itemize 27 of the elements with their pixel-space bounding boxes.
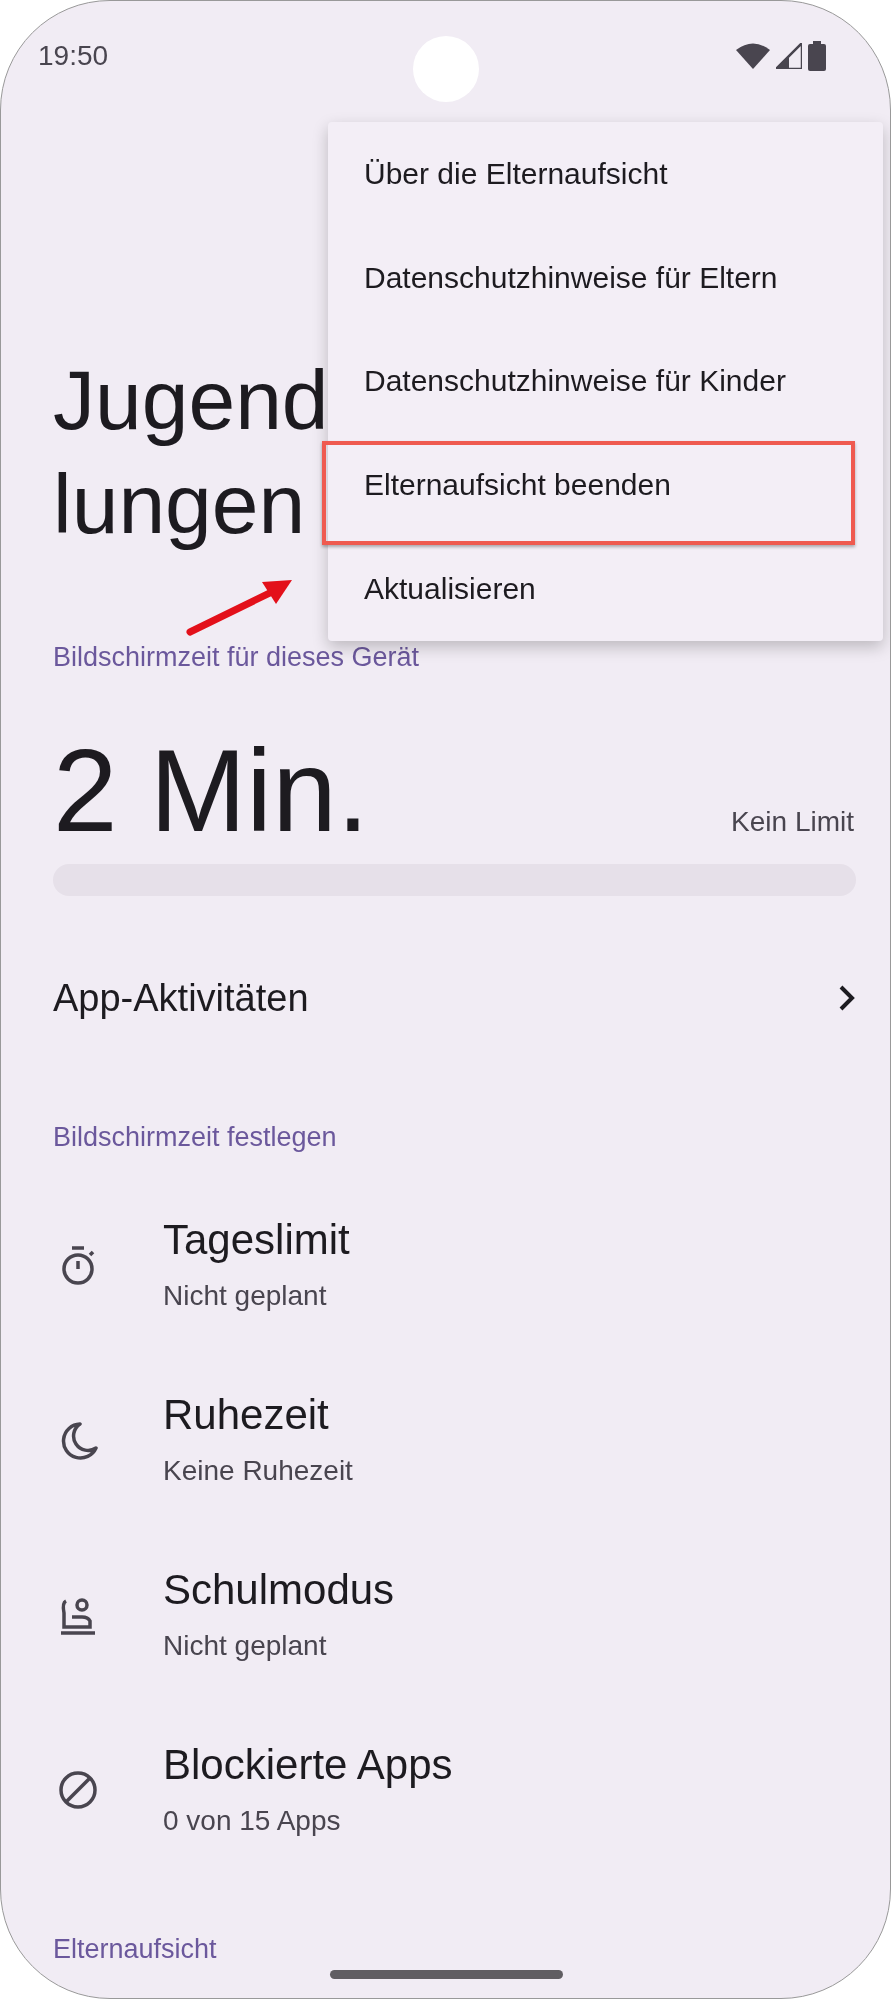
home-indicator[interactable] (330, 1970, 563, 1979)
section-heading: Bildschirmzeit für dieses Gerät (53, 641, 420, 674)
menu-item[interactable]: Elternaufsicht beenden (328, 433, 883, 538)
limit-label: Kein Limit (731, 806, 854, 838)
signal-icon (776, 43, 802, 69)
setting-title[interactable]: Tageslimit (163, 1215, 350, 1265)
battery-icon (808, 41, 826, 71)
setting-status: Nicht geplant (163, 1279, 327, 1313)
setting-title[interactable]: Schulmodus (163, 1565, 395, 1615)
clock: 19:50 (38, 39, 109, 73)
setting-title[interactable]: Blockierte Apps (163, 1740, 453, 1790)
setting-title[interactable]: Ruhezeit (163, 1390, 329, 1440)
setting-status: Keine Ruhezeit (163, 1454, 353, 1488)
menu-item[interactable]: Datenschutzhinweise für Eltern (328, 225, 883, 330)
page-title: lungen (53, 456, 306, 553)
app-activity-row[interactable]: App-Aktivitäten (53, 968, 856, 1028)
section-heading: Bildschirmzeit festlegen (53, 1121, 337, 1154)
wifi-icon (736, 43, 770, 69)
setting-status: 0 von 15 Apps (163, 1804, 341, 1838)
setting-status: Nicht geplant (163, 1629, 327, 1663)
menu-item[interactable]: Über die Elternaufsicht (328, 122, 883, 226)
section-heading: Elternaufsicht (53, 1933, 217, 1966)
menu-item[interactable]: Aktualisieren (328, 537, 883, 641)
screen-time-value: 2 Min. (53, 726, 369, 856)
menu-item[interactable]: Datenschutzhinweise für Kinder (328, 329, 883, 434)
page-title: Jugend (53, 352, 329, 449)
chevron-icon (838, 984, 856, 1012)
